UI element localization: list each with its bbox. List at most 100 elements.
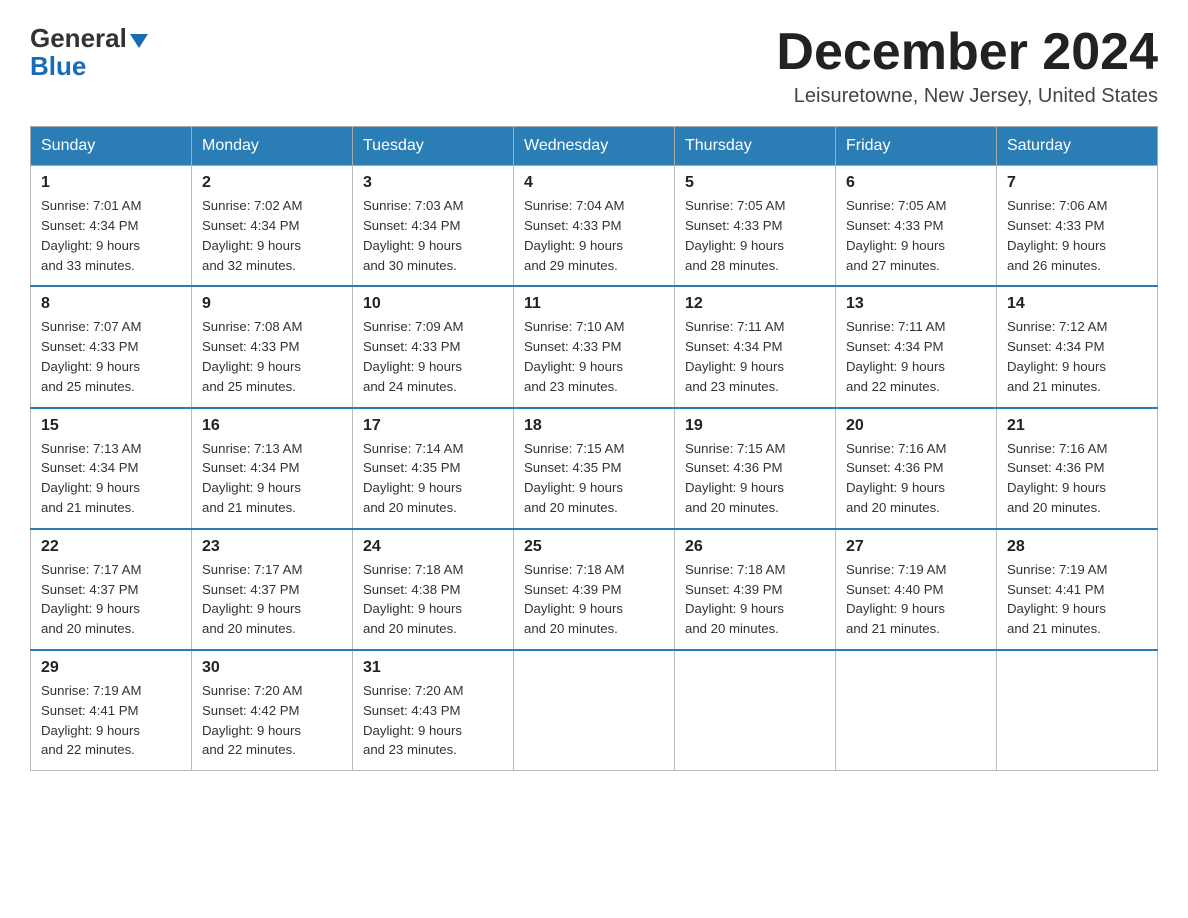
title-area: December 2024 Leisuretowne, New Jersey, … bbox=[776, 24, 1158, 108]
day-info: Sunrise: 7:19 AMSunset: 4:41 PMDaylight:… bbox=[1007, 560, 1147, 639]
calendar-day-cell: 27 Sunrise: 7:19 AMSunset: 4:40 PMDayligh… bbox=[836, 529, 997, 650]
day-number: 14 bbox=[1007, 295, 1147, 313]
calendar-day-cell: 28 Sunrise: 7:19 AMSunset: 4:41 PMDayligh… bbox=[997, 529, 1158, 650]
calendar-day-cell: 30Sunrise: 7:20 AMSunset: 4:42 PMDayligh… bbox=[192, 650, 353, 771]
logo-text: General bbox=[30, 24, 148, 53]
calendar-day-cell: 7Sunrise: 7:06 AMSunset: 4:33 PMDaylight… bbox=[997, 166, 1158, 287]
calendar-week-row: 8 Sunrise: 7:07 AMSunset: 4:33 PMDaylight… bbox=[31, 286, 1158, 407]
day-number: 10 bbox=[363, 295, 503, 313]
weekday-header-thursday: Thursday bbox=[675, 127, 836, 166]
day-number: 25 bbox=[524, 538, 664, 556]
calendar-day-cell: 9 Sunrise: 7:08 AMSunset: 4:33 PMDaylight… bbox=[192, 286, 353, 407]
weekday-header-sunday: Sunday bbox=[31, 127, 192, 166]
calendar-week-row: 29 Sunrise: 7:19 AMSunset: 4:41 PMDayligh… bbox=[31, 650, 1158, 771]
day-number: 23 bbox=[202, 538, 342, 556]
day-info: Sunrise: 7:13 AMSunset: 4:34 PMDaylight:… bbox=[202, 439, 342, 518]
day-info: Sunrise: 7:08 AMSunset: 4:33 PMDaylight:… bbox=[202, 317, 342, 396]
day-info: Sunrise: 7:19 AMSunset: 4:41 PMDaylight:… bbox=[41, 681, 181, 760]
calendar-day-cell: 24 Sunrise: 7:18 AMSunset: 4:38 PMDayligh… bbox=[353, 529, 514, 650]
calendar-day-cell: 23 Sunrise: 7:17 AMSunset: 4:37 PMDayligh… bbox=[192, 529, 353, 650]
calendar-day-cell: 20Sunrise: 7:16 AMSunset: 4:36 PMDayligh… bbox=[836, 408, 997, 529]
day-number: 19 bbox=[685, 417, 825, 435]
calendar-day-cell: 22Sunrise: 7:17 AMSunset: 4:37 PMDayligh… bbox=[31, 529, 192, 650]
calendar-day-cell: 4 Sunrise: 7:04 AMSunset: 4:33 PMDaylight… bbox=[514, 166, 675, 287]
day-number: 29 bbox=[41, 659, 181, 677]
day-number: 27 bbox=[846, 538, 986, 556]
calendar-day-cell bbox=[997, 650, 1158, 771]
calendar-day-cell: 31 Sunrise: 7:20 AMSunset: 4:43 PMDayligh… bbox=[353, 650, 514, 771]
day-number: 2 bbox=[202, 174, 342, 192]
calendar-day-cell bbox=[836, 650, 997, 771]
day-info: Sunrise: 7:18 AMSunset: 4:39 PMDaylight:… bbox=[685, 560, 825, 639]
calendar-table: SundayMondayTuesdayWednesdayThursdayFrid… bbox=[30, 126, 1158, 771]
day-info: Sunrise: 7:07 AMSunset: 4:33 PMDaylight:… bbox=[41, 317, 181, 396]
calendar-day-cell: 5Sunrise: 7:05 AMSunset: 4:33 PMDaylight… bbox=[675, 166, 836, 287]
calendar-day-cell: 2 Sunrise: 7:02 AMSunset: 4:34 PMDaylight… bbox=[192, 166, 353, 287]
calendar-day-cell: 8 Sunrise: 7:07 AMSunset: 4:33 PMDaylight… bbox=[31, 286, 192, 407]
day-number: 24 bbox=[363, 538, 503, 556]
day-info: Sunrise: 7:11 AMSunset: 4:34 PMDaylight:… bbox=[685, 317, 825, 396]
weekday-header-monday: Monday bbox=[192, 127, 353, 166]
day-number: 9 bbox=[202, 295, 342, 313]
weekday-header-saturday: Saturday bbox=[997, 127, 1158, 166]
day-info: Sunrise: 7:18 AMSunset: 4:39 PMDaylight:… bbox=[524, 560, 664, 639]
day-info: Sunrise: 7:11 AMSunset: 4:34 PMDaylight:… bbox=[846, 317, 986, 396]
calendar-day-cell: 1 Sunrise: 7:01 AMSunset: 4:34 PMDaylight… bbox=[31, 166, 192, 287]
location-subtitle: Leisuretowne, New Jersey, United States bbox=[776, 85, 1158, 108]
day-info: Sunrise: 7:12 AMSunset: 4:34 PMDaylight:… bbox=[1007, 317, 1147, 396]
day-number: 8 bbox=[41, 295, 181, 313]
day-number: 7 bbox=[1007, 174, 1147, 192]
day-info: Sunrise: 7:19 AMSunset: 4:40 PMDaylight:… bbox=[846, 560, 986, 639]
calendar-day-cell: 29 Sunrise: 7:19 AMSunset: 4:41 PMDayligh… bbox=[31, 650, 192, 771]
calendar-day-cell bbox=[514, 650, 675, 771]
day-info: Sunrise: 7:03 AMSunset: 4:34 PMDaylight:… bbox=[363, 196, 503, 275]
calendar-day-cell: 18 Sunrise: 7:15 AMSunset: 4:35 PMDayligh… bbox=[514, 408, 675, 529]
day-number: 13 bbox=[846, 295, 986, 313]
weekday-header-tuesday: Tuesday bbox=[353, 127, 514, 166]
weekday-header-wednesday: Wednesday bbox=[514, 127, 675, 166]
day-info: Sunrise: 7:15 AMSunset: 4:36 PMDaylight:… bbox=[685, 439, 825, 518]
day-info: Sunrise: 7:01 AMSunset: 4:34 PMDaylight:… bbox=[41, 196, 181, 275]
calendar-day-cell: 16 Sunrise: 7:13 AMSunset: 4:34 PMDayligh… bbox=[192, 408, 353, 529]
day-info: Sunrise: 7:20 AMSunset: 4:42 PMDaylight:… bbox=[202, 681, 342, 760]
calendar-day-cell: 12 Sunrise: 7:11 AMSunset: 4:34 PMDayligh… bbox=[675, 286, 836, 407]
weekday-header-friday: Friday bbox=[836, 127, 997, 166]
day-info: Sunrise: 7:05 AMSunset: 4:33 PMDaylight:… bbox=[685, 196, 825, 275]
day-number: 12 bbox=[685, 295, 825, 313]
calendar-day-cell bbox=[675, 650, 836, 771]
day-info: Sunrise: 7:14 AMSunset: 4:35 PMDaylight:… bbox=[363, 439, 503, 518]
day-number: 21 bbox=[1007, 417, 1147, 435]
calendar-day-cell: 19 Sunrise: 7:15 AMSunset: 4:36 PMDayligh… bbox=[675, 408, 836, 529]
day-number: 6 bbox=[846, 174, 986, 192]
day-info: Sunrise: 7:17 AMSunset: 4:37 PMDaylight:… bbox=[202, 560, 342, 639]
calendar-day-cell: 26 Sunrise: 7:18 AMSunset: 4:39 PMDayligh… bbox=[675, 529, 836, 650]
day-number: 1 bbox=[41, 174, 181, 192]
day-info: Sunrise: 7:20 AMSunset: 4:43 PMDaylight:… bbox=[363, 681, 503, 760]
day-info: Sunrise: 7:16 AMSunset: 4:36 PMDaylight:… bbox=[1007, 439, 1147, 518]
month-title: December 2024 bbox=[776, 24, 1158, 81]
day-number: 4 bbox=[524, 174, 664, 192]
day-number: 16 bbox=[202, 417, 342, 435]
calendar-day-cell: 6 Sunrise: 7:05 AMSunset: 4:33 PMDaylight… bbox=[836, 166, 997, 287]
day-number: 18 bbox=[524, 417, 664, 435]
day-number: 28 bbox=[1007, 538, 1147, 556]
day-info: Sunrise: 7:13 AMSunset: 4:34 PMDaylight:… bbox=[41, 439, 181, 518]
day-info: Sunrise: 7:09 AMSunset: 4:33 PMDaylight:… bbox=[363, 317, 503, 396]
day-info: Sunrise: 7:05 AMSunset: 4:33 PMDaylight:… bbox=[846, 196, 986, 275]
calendar-day-cell: 10 Sunrise: 7:09 AMSunset: 4:33 PMDayligh… bbox=[353, 286, 514, 407]
day-number: 17 bbox=[363, 417, 503, 435]
day-info: Sunrise: 7:10 AMSunset: 4:33 PMDaylight:… bbox=[524, 317, 664, 396]
day-info: Sunrise: 7:15 AMSunset: 4:35 PMDaylight:… bbox=[524, 439, 664, 518]
day-info: Sunrise: 7:02 AMSunset: 4:34 PMDaylight:… bbox=[202, 196, 342, 275]
day-info: Sunrise: 7:17 AMSunset: 4:37 PMDaylight:… bbox=[41, 560, 181, 639]
calendar-week-row: 15 Sunrise: 7:13 AMSunset: 4:34 PMDayligh… bbox=[31, 408, 1158, 529]
day-number: 15 bbox=[41, 417, 181, 435]
day-info: Sunrise: 7:04 AMSunset: 4:33 PMDaylight:… bbox=[524, 196, 664, 275]
day-number: 26 bbox=[685, 538, 825, 556]
logo: General Blue bbox=[30, 24, 148, 82]
weekday-header-row: SundayMondayTuesdayWednesdayThursdayFrid… bbox=[31, 127, 1158, 166]
calendar-day-cell: 17 Sunrise: 7:14 AMSunset: 4:35 PMDayligh… bbox=[353, 408, 514, 529]
day-info: Sunrise: 7:18 AMSunset: 4:38 PMDaylight:… bbox=[363, 560, 503, 639]
logo-line2: Blue bbox=[30, 51, 86, 82]
day-number: 31 bbox=[363, 659, 503, 677]
